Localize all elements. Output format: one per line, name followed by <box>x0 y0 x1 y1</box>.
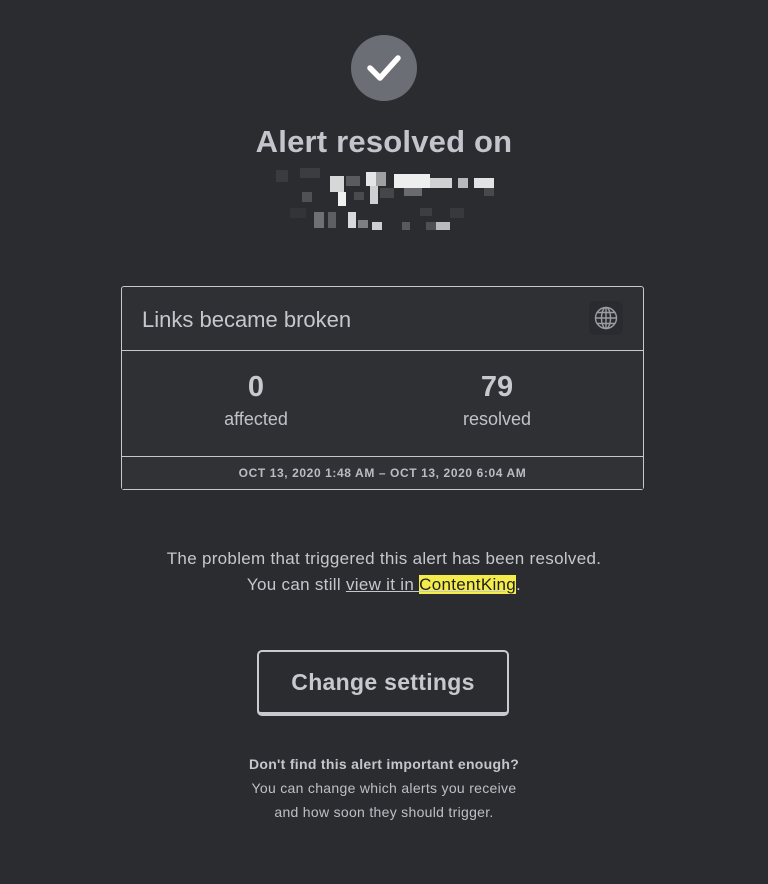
alert-time-range: OCT 13, 2020 1:48 AM – OCT 13, 2020 6:04… <box>122 457 643 489</box>
message-prefix: You can still <box>246 575 346 594</box>
affected-label: affected <box>224 409 288 429</box>
alert-type-title: Links became broken <box>142 307 352 332</box>
message-line-1: The problem that triggered this alert ha… <box>166 549 602 568</box>
message-suffix: . <box>516 575 522 594</box>
alert-email-page: Alert resolved on Links became broken 0 … <box>0 0 768 884</box>
alert-summary-card: Links became broken 0 affected 79 resolv… <box>121 286 644 490</box>
settings-note: Don't find this alert important enough? … <box>0 752 768 824</box>
link-brand-highlight: ContentKing <box>419 575 517 594</box>
note-question: Don't find this alert important enough? <box>248 756 520 772</box>
card-header: Links became broken <box>122 287 643 351</box>
message-line-2: You can still view it in ContentKing. <box>0 572 768 598</box>
resolved-status-icon <box>351 35 417 101</box>
affected-count: 0 <box>247 371 265 403</box>
affected-stat: 0 affected <box>156 371 356 430</box>
redacted-website-name <box>262 168 518 238</box>
resolved-label: resolved <box>462 409 532 429</box>
view-in-contentking-link[interactable]: view it in ContentKing <box>345 575 517 594</box>
checkmark-icon <box>367 55 401 81</box>
globe-icon <box>589 301 623 335</box>
resolved-count: 79 <box>480 371 514 403</box>
note-line-2: and how soon they should trigger. <box>274 804 494 820</box>
page-title: Alert resolved on <box>255 124 513 159</box>
change-settings-button[interactable]: Change settings <box>257 650 509 716</box>
link-text: view it in <box>345 575 420 594</box>
resolved-stat: 79 resolved <box>397 371 597 430</box>
alert-stats: 0 affected 79 resolved <box>122 351 643 457</box>
note-line-1: You can change which alerts you receive <box>251 780 517 796</box>
resolution-message: The problem that triggered this alert ha… <box>0 546 768 598</box>
